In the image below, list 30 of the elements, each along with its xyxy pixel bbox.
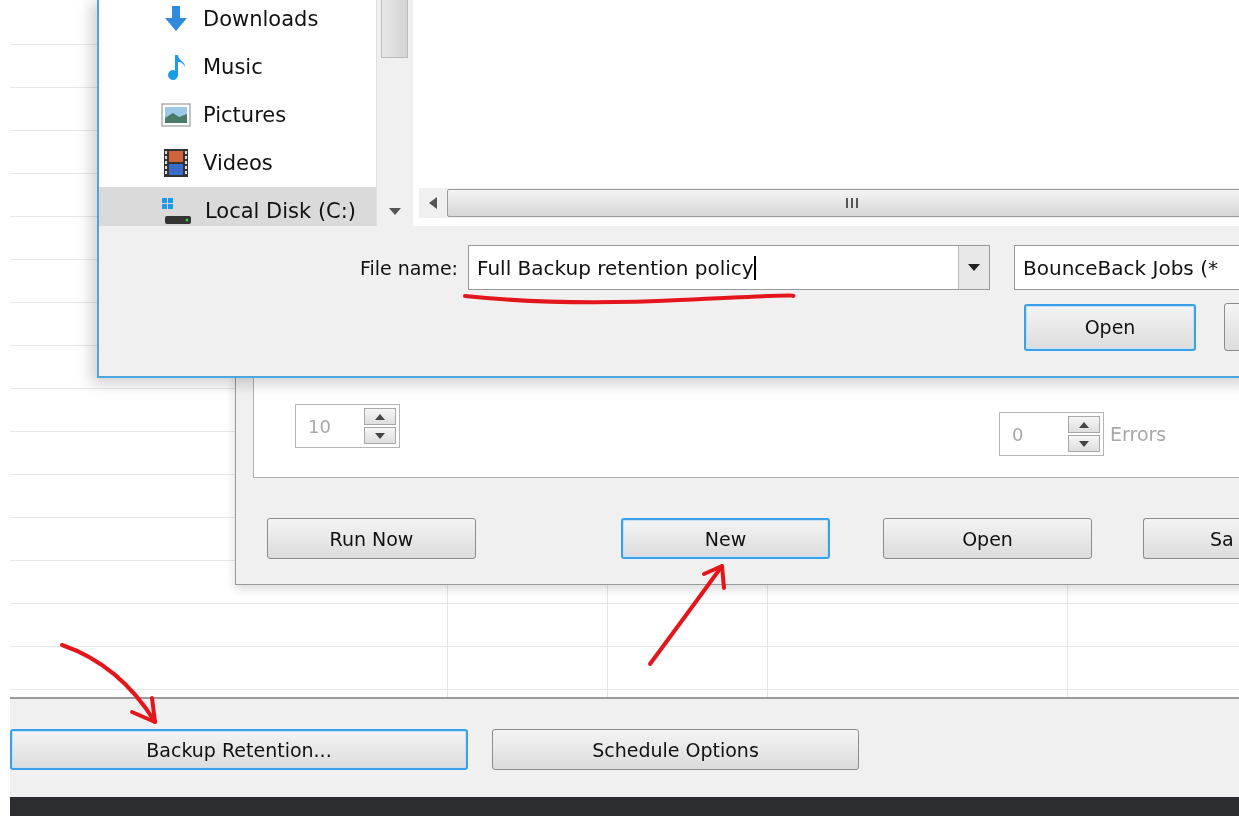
job-button[interactable]: Open [883,518,1092,559]
down-arrow-icon [375,432,385,439]
job-button[interactable]: Sa [1143,518,1239,559]
horizontal-scrollbar[interactable] [419,188,1239,218]
down-arrow-icon [389,208,401,215]
file-name-field[interactable]: Full Backup retention policy [468,245,990,290]
file-name-label: File name: [358,256,458,279]
nav-item[interactable]: Local Disk (C:) [99,187,376,226]
down-arrow-icon [1079,440,1089,447]
scrollbar-thumb[interactable] [381,0,408,58]
picture-icon [161,102,191,128]
job-button[interactable]: Run Now [267,518,476,559]
job-button[interactable]: New [621,518,830,559]
panel-button[interactable]: Backup Retention... [10,729,468,770]
drive-icon [161,196,193,226]
nav-item[interactable]: Music [99,43,376,91]
open-button[interactable]: Open [1024,303,1196,351]
nav-item[interactable]: Downloads [99,0,376,43]
panel-button[interactable]: Schedule Options [492,729,859,770]
up-arrow-icon [375,413,385,420]
grip-icon [845,198,859,208]
left-arrow-icon [429,197,437,209]
nav-item[interactable]: Pictures [99,91,376,139]
caret-icon [968,264,980,271]
nav-item[interactable]: Videos [99,139,376,187]
film-icon [161,148,191,178]
up-arrow-icon [1079,421,1089,428]
spinner-label: Errors [1110,423,1167,445]
file-type-dropdown[interactable]: BounceBack Jobs (* [1014,245,1239,290]
vertical-scrollbar[interactable] [376,0,413,226]
